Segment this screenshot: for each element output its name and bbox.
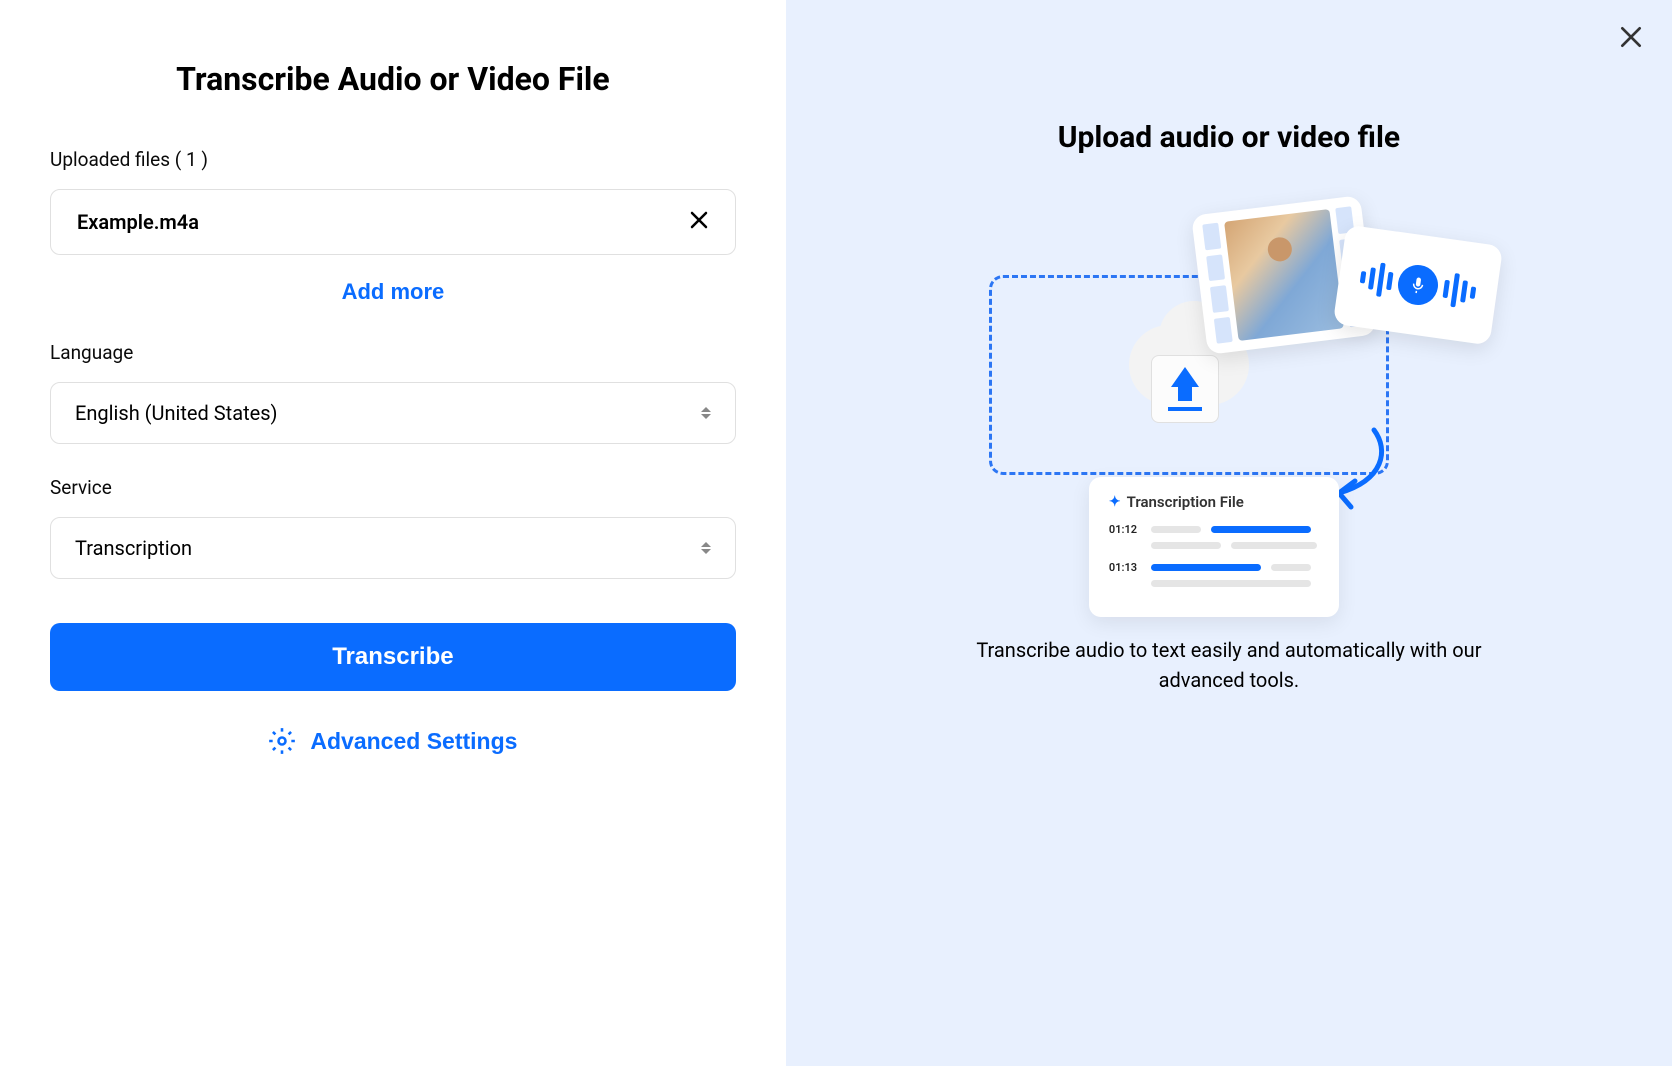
- microphone-icon: [1395, 262, 1440, 307]
- right-panel: Upload audio or video file: [786, 0, 1672, 1066]
- uploaded-files-label: Uploaded files ( 1 ): [50, 148, 736, 171]
- waveform-right-icon: [1441, 272, 1477, 310]
- chevron-updown-icon: [701, 407, 711, 419]
- close-icon: [689, 210, 709, 230]
- service-value: Transcription: [75, 536, 192, 560]
- file-item: Example.m4a: [50, 189, 736, 255]
- language-label: Language: [50, 341, 736, 364]
- video-frame-icon: [1224, 209, 1344, 341]
- transcription-file-card: ✦ Transcription File 01:12 01:13: [1089, 477, 1339, 617]
- upload-heading: Upload audio or video file: [1058, 120, 1400, 155]
- timestamp: 01:13: [1109, 561, 1141, 574]
- add-more-button[interactable]: Add more: [50, 279, 736, 305]
- chevron-updown-icon: [701, 542, 711, 554]
- service-select[interactable]: Transcription: [50, 517, 736, 579]
- transcribe-button[interactable]: Transcribe: [50, 623, 736, 691]
- language-value: English (United States): [75, 401, 278, 425]
- advanced-settings-label: Advanced Settings: [310, 728, 517, 755]
- service-label: Service: [50, 476, 736, 499]
- language-select[interactable]: English (United States): [50, 382, 736, 444]
- page-title: Transcribe Audio or Video File: [50, 60, 736, 98]
- sparkle-icon: ✦: [1109, 494, 1121, 510]
- waveform-left-icon: [1358, 260, 1394, 298]
- language-section: Language English (United States): [50, 341, 736, 444]
- left-panel: Transcribe Audio or Video File Uploaded …: [0, 0, 786, 1066]
- upload-illustration: ✦ Transcription File 01:12 01:13: [969, 215, 1489, 595]
- close-icon: [1618, 24, 1644, 50]
- transcription-card-title: ✦ Transcription File: [1109, 493, 1319, 511]
- close-button[interactable]: [1618, 24, 1644, 53]
- timestamp: 01:12: [1109, 523, 1141, 536]
- uploaded-files-section: Uploaded files ( 1 ) Example.m4a Add mor…: [50, 148, 736, 305]
- remove-file-button[interactable]: [689, 210, 709, 234]
- arrow-up-icon: [1171, 367, 1199, 387]
- service-section: Service Transcription: [50, 476, 736, 579]
- advanced-settings-button[interactable]: Advanced Settings: [50, 727, 736, 755]
- upload-arrow-card: [1151, 355, 1219, 423]
- gear-icon: [268, 727, 296, 755]
- upload-description: Transcribe audio to text easily and auto…: [949, 635, 1509, 695]
- file-name: Example.m4a: [77, 210, 199, 234]
